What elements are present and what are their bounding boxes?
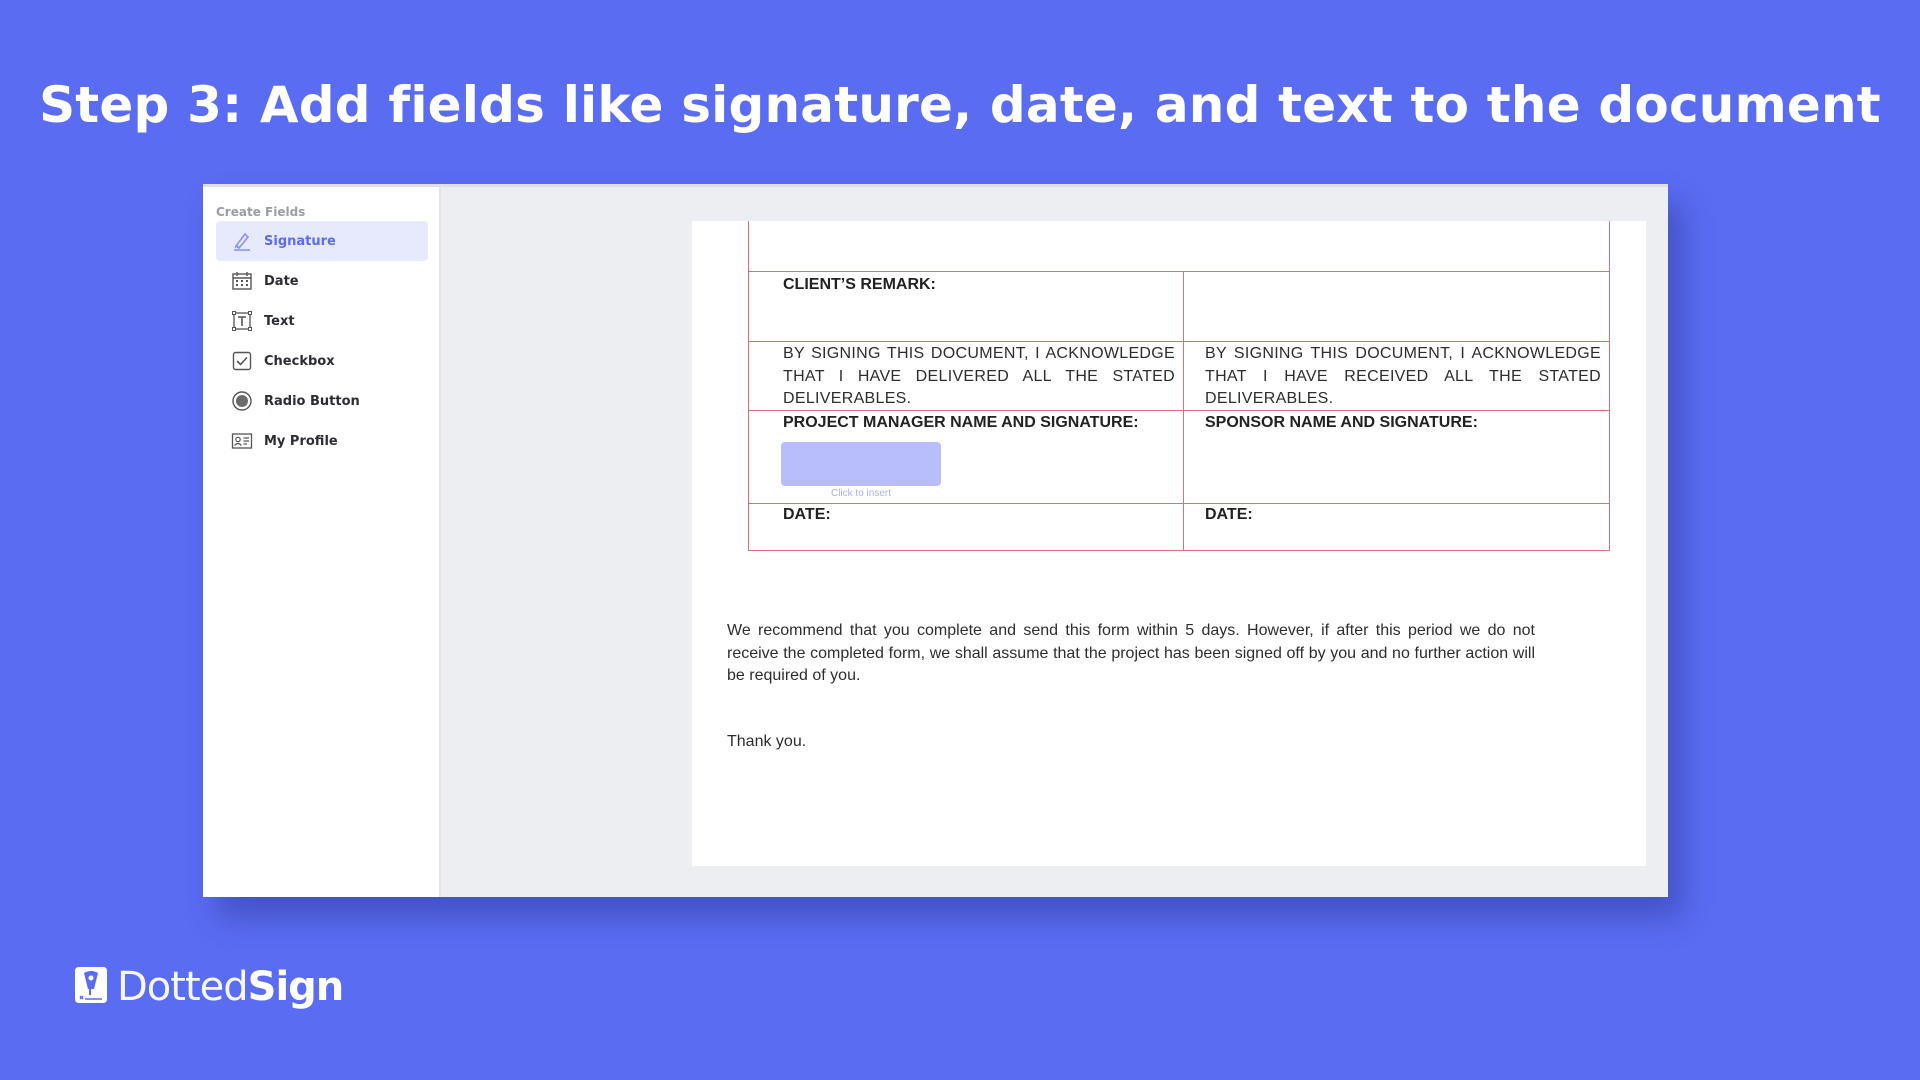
date-label-right: DATE: [1205, 506, 1253, 523]
recommendation-paragraph: We recommend that you complete and send … [727, 622, 1535, 684]
field-item-radio-button[interactable]: Radio Button [216, 381, 428, 421]
text-box-icon [231, 310, 253, 332]
field-item-my-profile[interactable]: My Profile [216, 421, 428, 461]
field-item-text[interactable]: Text [216, 301, 428, 341]
field-item-date[interactable]: Date [216, 261, 428, 301]
signature-field-placeholder[interactable] [781, 442, 941, 486]
wordmark-part-2: Sign [247, 964, 345, 1010]
pm-signature-label: PROJECT MANAGER NAME AND SIGNATURE: [783, 414, 1139, 431]
dottedsign-logo: DottedSign [71, 964, 345, 1010]
create-fields-sidebar: Create Fields Signature Date Text Checkb… [203, 187, 441, 897]
client-remark-label: CLIENT’S REMARK: [783, 276, 936, 293]
radio-button-icon [231, 390, 253, 412]
app-window: Create Fields Signature Date Text Checkb… [203, 184, 1668, 897]
field-list: Signature Date Text Checkbox Radio Butto… [216, 221, 428, 461]
table-divider [749, 271, 1609, 272]
calendar-icon [231, 270, 253, 292]
acknowledge-received-text: BY SIGNING THIS DOCUMENT, I ACKNOWLEDGE … [1205, 345, 1601, 407]
checkbox-icon [231, 350, 253, 372]
field-item-signature[interactable]: Signature [216, 221, 428, 261]
field-item-label: My Profile [264, 433, 338, 449]
table-divider [749, 341, 1609, 342]
closing-text: Thank you. [727, 733, 807, 750]
sponsor-signature-label: SPONSOR NAME AND SIGNATURE: [1205, 414, 1478, 431]
sidebar-heading: Create Fields [216, 205, 306, 219]
field-item-label: Radio Button [264, 393, 360, 409]
field-item-checkbox[interactable]: Checkbox [216, 341, 428, 381]
field-item-label: Signature [264, 233, 336, 249]
document-page: CLIENT’S REMARK: BY SIGNING THIS DOCUMEN… [692, 221, 1646, 866]
dottedsign-wordmark: DottedSign [117, 964, 345, 1010]
wordmark-part-1: Dotted [117, 964, 249, 1010]
field-item-label: Text [264, 313, 295, 329]
table-divider [749, 503, 1609, 504]
field-item-label: Date [264, 273, 299, 289]
page-headline: Step 3: Add fields like signature, date,… [39, 76, 1881, 134]
signature-field-hint: Click to insert [830, 488, 891, 499]
date-label-left: DATE: [783, 506, 831, 523]
dottedsign-logo-icon [71, 965, 111, 1010]
table-column-divider [1183, 271, 1184, 550]
profile-card-icon [231, 430, 253, 452]
field-item-label: Checkbox [264, 353, 335, 369]
signoff-table: CLIENT’S REMARK: BY SIGNING THIS DOCUMEN… [748, 221, 1610, 551]
acknowledge-delivered-text: BY SIGNING THIS DOCUMENT, I ACKNOWLEDGE … [783, 345, 1175, 407]
signature-pen-icon [231, 230, 253, 252]
